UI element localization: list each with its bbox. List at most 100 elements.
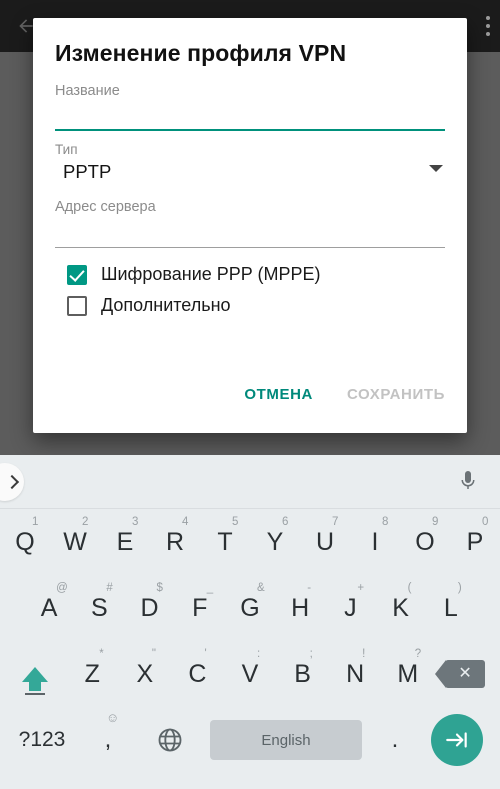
- vpn-profile-dialog: Изменение профиля VPN Название Тип PPTP …: [33, 18, 467, 433]
- key-g[interactable]: G &: [225, 575, 275, 641]
- screen: Изменение профиля VPN Название Тип PPTP …: [0, 0, 500, 789]
- tab-next-icon[interactable]: [420, 714, 494, 766]
- key-a[interactable]: A @: [24, 575, 74, 641]
- keyboard-row-1: Q1 W2 E3 R4 T5 Y6 U7 I8 O9 P0: [0, 509, 500, 575]
- key-u[interactable]: U7: [300, 509, 350, 575]
- shift-caps-icon[interactable]: [4, 641, 66, 707]
- key-label: J: [344, 593, 357, 622]
- key-label: H: [291, 593, 310, 622]
- key-label: C: [188, 659, 207, 688]
- checkbox-advanced-label: Дополнительно: [101, 295, 231, 315]
- key-label: X: [136, 659, 154, 688]
- server-address-label: Адрес сервера: [55, 199, 156, 215]
- symbols-key[interactable]: ?123: [6, 728, 78, 752]
- key-sup: 6: [282, 516, 289, 528]
- checkbox-row-advanced[interactable]: Дополнительно: [55, 295, 445, 316]
- keyboard-row-4: ?123 ☺ , English .: [0, 707, 500, 773]
- key-sup: +: [357, 582, 365, 594]
- globe-language-icon[interactable]: [138, 726, 202, 754]
- period-key[interactable]: .: [370, 728, 420, 751]
- keyboard-row-3: Z * X " C ' V: B; N! M? ✕: [0, 641, 500, 707]
- key-y[interactable]: Y6: [250, 509, 300, 575]
- key-m[interactable]: M?: [381, 641, 434, 707]
- key-r[interactable]: R4: [150, 509, 200, 575]
- microphone-icon[interactable]: [456, 469, 480, 498]
- save-button[interactable]: СОХРАНИТЬ: [347, 386, 445, 403]
- key-sup: &: [256, 582, 265, 594]
- checkbox-mppe[interactable]: [67, 264, 87, 285]
- name-field[interactable]: Название: [55, 67, 445, 131]
- checkbox-row-mppe[interactable]: Шифрование PPP (MPPE): [55, 264, 445, 285]
- cancel-button[interactable]: ОТМЕНА: [244, 386, 313, 403]
- key-sup: $: [156, 582, 163, 594]
- key-j[interactable]: J +: [325, 575, 375, 641]
- key-d[interactable]: D $: [124, 575, 174, 641]
- key-n[interactable]: N!: [329, 641, 382, 707]
- chevron-right-icon[interactable]: [0, 463, 24, 501]
- key-sup: ": [151, 648, 156, 660]
- key-x[interactable]: X ": [119, 641, 172, 707]
- key-sup: 0: [482, 516, 489, 528]
- key-i[interactable]: I8: [350, 509, 400, 575]
- key-t[interactable]: T5: [200, 509, 250, 575]
- key-label: F: [192, 593, 208, 622]
- backspace-icon[interactable]: ✕: [434, 641, 496, 707]
- type-select-value: PPTP: [63, 161, 112, 182]
- key-sup: 8: [382, 516, 389, 528]
- key-sup: 7: [332, 516, 339, 528]
- suggestion-strip: [0, 455, 500, 509]
- comma-key[interactable]: ☺ ,: [78, 710, 138, 754]
- key-label: G: [240, 593, 260, 622]
- key-sup: -: [307, 582, 312, 594]
- overflow-menu-icon[interactable]: [486, 16, 490, 36]
- key-label: U: [315, 527, 335, 556]
- key-b[interactable]: B;: [276, 641, 329, 707]
- key-l[interactable]: L): [426, 575, 476, 641]
- spacebar[interactable]: English: [210, 720, 362, 760]
- key-sup: ?: [414, 648, 422, 660]
- key-q[interactable]: Q1: [0, 509, 50, 575]
- key-sup: :: [257, 648, 261, 660]
- checkbox-mppe-label: Шифрование PPP (MPPE): [101, 264, 321, 284]
- key-sup: ': [204, 648, 207, 660]
- key-s[interactable]: S #: [74, 575, 124, 641]
- type-select[interactable]: Тип PPTP: [55, 131, 445, 183]
- key-label: P: [466, 527, 484, 556]
- key-sup: 4: [182, 516, 189, 528]
- key-sup: 5: [232, 516, 239, 528]
- key-label: V: [241, 659, 259, 688]
- key-p[interactable]: P0: [450, 509, 500, 575]
- type-select-label: Тип: [55, 142, 78, 157]
- name-field-label: Название: [55, 83, 120, 99]
- key-sup: !: [362, 648, 366, 660]
- key-sup: _: [206, 582, 214, 594]
- server-address-field[interactable]: Адрес сервера: [55, 183, 445, 248]
- key-label: D: [140, 593, 159, 622]
- key-sup: *: [99, 648, 104, 660]
- key-label: I: [371, 527, 379, 556]
- spacebar-label: English: [261, 731, 311, 749]
- key-label: A: [40, 593, 58, 622]
- key-label: Q: [15, 527, 35, 556]
- key-z[interactable]: Z *: [66, 641, 119, 707]
- key-sup: 2: [82, 516, 89, 528]
- comma-label: ,: [104, 726, 112, 753]
- checkbox-advanced[interactable]: [67, 295, 87, 316]
- key-c[interactable]: C ': [171, 641, 224, 707]
- key-sup: 3: [132, 516, 139, 528]
- key-label: B: [294, 659, 311, 688]
- emoji-icon: ☺: [106, 710, 120, 725]
- key-o[interactable]: O9: [400, 509, 450, 575]
- server-address-underline: [55, 247, 445, 248]
- key-label: L: [443, 593, 458, 622]
- key-sup: (: [407, 582, 412, 594]
- key-w[interactable]: W2: [50, 509, 100, 575]
- key-e[interactable]: E3: [100, 509, 150, 575]
- key-h[interactable]: H-: [275, 575, 325, 641]
- chevron-down-icon[interactable]: [429, 165, 443, 172]
- key-label: K: [392, 593, 409, 622]
- key-k[interactable]: K(: [376, 575, 426, 641]
- key-v[interactable]: V:: [224, 641, 277, 707]
- key-label: M: [397, 659, 419, 688]
- key-f[interactable]: F _: [175, 575, 225, 641]
